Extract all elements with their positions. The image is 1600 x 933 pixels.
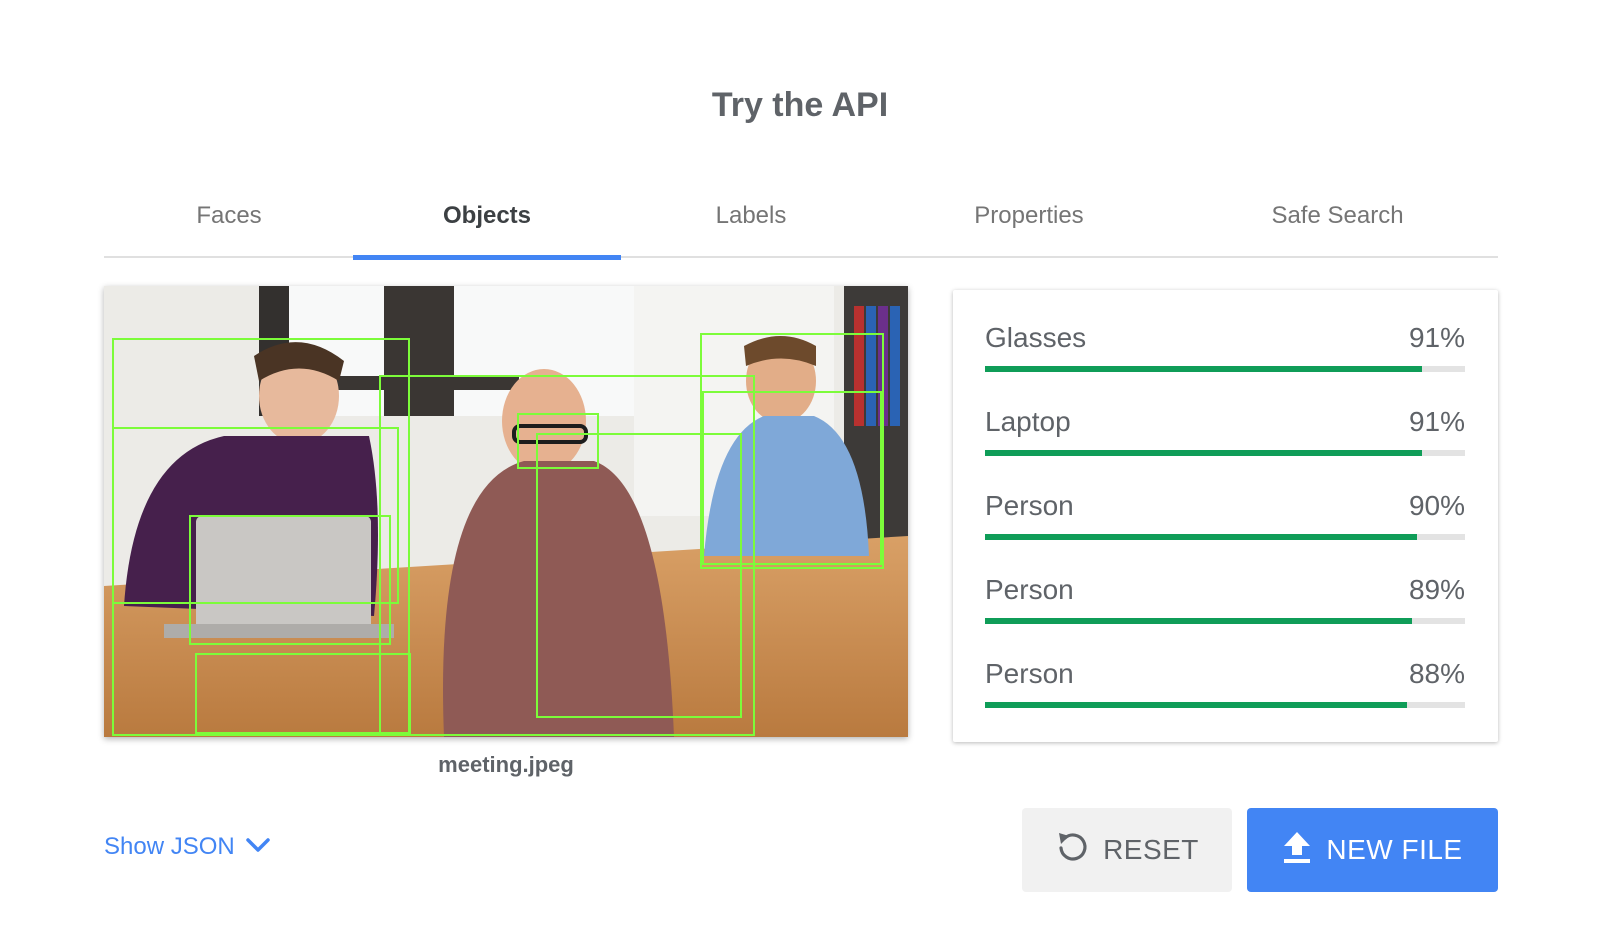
shelf-binder-blue-2 [890, 306, 900, 426]
result-bar-fill [985, 534, 1417, 540]
result-row: Person 90% [985, 490, 1465, 560]
result-row: Glasses 91% [985, 322, 1465, 392]
tab-properties[interactable]: Properties [881, 186, 1177, 258]
page-title: Try the API [711, 86, 889, 124]
photo-laptop-base [164, 624, 394, 638]
results-panel: Glasses 91% Laptop 91% Person 90% Person… [953, 290, 1498, 742]
result-percent: 91% [1408, 406, 1465, 437]
result-bar-track [985, 618, 1465, 624]
result-bar-fill [985, 450, 1422, 456]
tab-labels[interactable]: Labels [621, 186, 881, 258]
window-frame-middle [384, 286, 454, 416]
new-file-button[interactable]: NEW FILE [1247, 808, 1498, 892]
image-filename: meeting.jpeg [438, 752, 574, 777]
result-name: Person [985, 658, 1074, 689]
result-row: Person 89% [985, 574, 1465, 644]
show-json-label: Show JSON [104, 833, 235, 860]
person-center-head [502, 369, 586, 473]
result-bar-fill [985, 618, 1413, 624]
result-percent: 89% [1408, 574, 1465, 605]
photo-laptop [196, 516, 371, 631]
result-bar-track [985, 702, 1465, 708]
chevron-down-icon [245, 833, 271, 861]
photo-canvas [104, 286, 908, 737]
result-bar-track [985, 450, 1465, 456]
shelf-binder-red [854, 306, 864, 426]
result-row: Laptop 91% [985, 406, 1465, 476]
reset-label: RESET [1103, 834, 1199, 865]
result-row: Person 88% [985, 658, 1465, 728]
upload-icon [1282, 830, 1312, 871]
tab-safe-search[interactable]: Safe Search [1177, 186, 1498, 258]
analyzed-photo [104, 286, 908, 737]
result-name: Person [985, 574, 1074, 605]
show-json-toggle[interactable]: Show JSON [104, 833, 271, 861]
tab-objects[interactable]: Objects [353, 186, 621, 260]
reset-icon [1055, 830, 1089, 871]
result-name: Glasses [985, 322, 1087, 353]
result-percent: 90% [1408, 490, 1465, 521]
reset-button[interactable]: RESET [1022, 808, 1232, 892]
result-bar-fill [985, 366, 1422, 372]
result-name: Person [985, 490, 1074, 521]
tab-faces[interactable]: Faces [104, 186, 354, 258]
result-percent: 91% [1408, 322, 1465, 353]
new-file-label: NEW FILE [1326, 834, 1463, 865]
shelf-binder-blue [866, 306, 876, 426]
result-percent: 88% [1408, 658, 1465, 689]
result-bar-track [985, 534, 1465, 540]
result-bar-fill [985, 702, 1408, 708]
result-bar-track [985, 366, 1465, 372]
tab-bar: Faces Objects Labels Properties Safe Sea… [104, 186, 1498, 260]
result-name: Laptop [985, 406, 1071, 437]
